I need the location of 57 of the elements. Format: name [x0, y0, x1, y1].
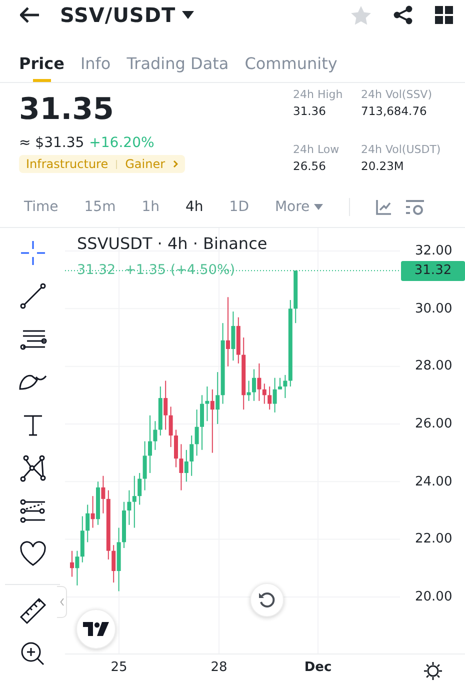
- brush-icon: [18, 374, 46, 390]
- trend-line-icon: [18, 281, 48, 311]
- grid-icon[interactable]: [435, 6, 453, 24]
- axis-label: 28.00: [415, 358, 452, 374]
- axis-label: 30.00: [415, 301, 452, 316]
- settings-icon[interactable]: [424, 662, 442, 680]
- stat-label: 24h High: [293, 88, 344, 101]
- legend-change: +1.35 (+4.50%): [124, 262, 236, 278]
- tag-label: Gainer: [125, 157, 166, 171]
- tab[interactable]: Info: [80, 44, 111, 82]
- stat-value: 20.23M: [361, 158, 405, 172]
- axis-label: 25: [110, 660, 128, 675]
- axis-label: 26.00: [415, 416, 452, 432]
- chart-legend: SSVUSDT · 4h · Binance: [77, 234, 268, 253]
- tab[interactable]: Trading Data: [126, 44, 229, 82]
- ruler-icon: [18, 596, 48, 626]
- reset-icon: [258, 591, 276, 609]
- axis-label: 22.00: [415, 532, 452, 547]
- star-icon[interactable]: [351, 6, 371, 24]
- caret-icon: [314, 204, 323, 210]
- stat-label: 24h Vol(SSV): [361, 88, 433, 101]
- tag-bar[interactable]: Infrastructure Gainer: [19, 155, 186, 173]
- axis-label: 32.00: [415, 244, 452, 258]
- stat-value: 26.56: [293, 158, 327, 172]
- chevron-icon: [173, 160, 178, 168]
- collapse-handle[interactable]: [57, 586, 67, 618]
- price-change: +16.20%: [89, 135, 154, 151]
- pattern-icon: [18, 453, 48, 483]
- indicator-icon[interactable]: [376, 199, 392, 215]
- tag-label: Infrastructure: [26, 157, 108, 171]
- axis-label: 24.00: [415, 474, 452, 490]
- reset-button[interactable]: [250, 583, 284, 617]
- stat-label: 24h Low: [293, 142, 340, 156]
- legend-price: 31.32: [77, 262, 116, 278]
- interval-tab[interactable]: 1D: [229, 199, 249, 215]
- fiat-price: ≈ $31.35: [19, 135, 84, 151]
- pair-title[interactable]: SSV/USDT: [60, 3, 176, 27]
- last-price: 31.35: [19, 91, 115, 129]
- tab[interactable]: Price: [19, 44, 64, 82]
- logo: [83, 622, 109, 636]
- share-icon[interactable]: [393, 5, 413, 25]
- back-arrow-icon[interactable]: [20, 7, 40, 23]
- caret-icon[interactable]: [182, 11, 194, 19]
- axis-label: Dec: [304, 660, 332, 675]
- stat-value: 713,684.76: [361, 104, 428, 118]
- stat-label: 24h Vol(USDT): [361, 142, 442, 156]
- stat-value: 31.36: [293, 104, 327, 118]
- interval-tab[interactable]: 15m: [84, 199, 116, 215]
- interval-tab[interactable]: 4h: [186, 199, 204, 215]
- price-tag: 31.32: [401, 260, 465, 281]
- interval-tab[interactable]: More: [274, 199, 323, 215]
- interval-tab[interactable]: Time: [24, 199, 58, 215]
- tab[interactable]: Community: [244, 44, 338, 82]
- axis-label: 28: [210, 660, 228, 675]
- axis-label: 20.00: [415, 589, 452, 604]
- interval-tab[interactable]: 1h: [142, 199, 160, 215]
- logo-button[interactable]: [76, 609, 116, 649]
